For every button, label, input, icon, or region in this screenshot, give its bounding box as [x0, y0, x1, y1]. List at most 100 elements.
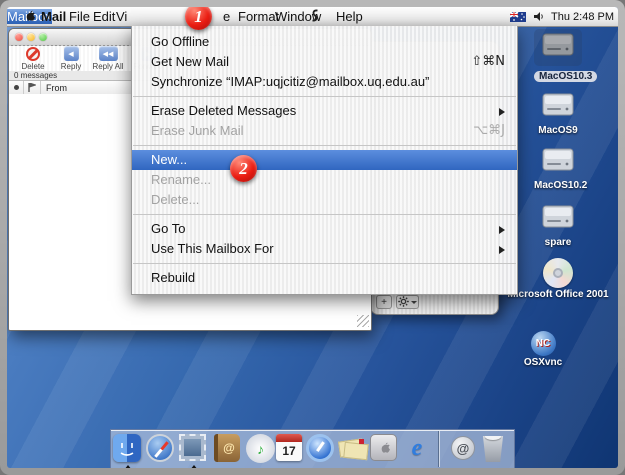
- menu-help[interactable]: Help: [336, 8, 363, 25]
- cd-icon: [543, 258, 573, 288]
- screenshot-frame: Delete ◀ Reply ◀◀ Reply All ▶ Forward 0 …: [0, 0, 625, 475]
- desktop-icon-macos103[interactable]: MacOS10.3: [534, 29, 582, 84]
- reply-all-button[interactable]: ◀◀ Reply All: [88, 46, 128, 71]
- script-scroll-icon: [310, 9, 320, 23]
- dock-itunes-icon[interactable]: ♪: [246, 434, 276, 464]
- reply-button[interactable]: ◀ Reply: [56, 46, 86, 71]
- icon-label: Microsoft Office 2001: [503, 289, 613, 300]
- shortcut-erase-junk-mail: ⌥⌘J: [473, 121, 505, 141]
- menu-item-use-this-mailbox-for[interactable]: Use This Mailbox For: [132, 239, 517, 259]
- hard-drive-icon: [541, 31, 575, 59]
- ical-header: [276, 434, 302, 442]
- menu-view-partial[interactable]: Vi: [116, 8, 127, 25]
- dock-quicktime-icon[interactable]: [306, 434, 336, 464]
- mailbox-dropdown-menu: Go Offline Get New Mail⇧⌘N Synchronize “…: [131, 26, 518, 295]
- menu-item-rebuild[interactable]: Rebuild: [132, 268, 517, 288]
- reply-label: Reply: [61, 62, 81, 71]
- shortcut-get-new-mail: ⇧⌘N: [471, 52, 505, 72]
- delete-label: Delete: [21, 62, 44, 71]
- desktop: Delete ◀ Reply ◀◀ Reply All ▶ Forward 0 …: [7, 7, 618, 468]
- zoom-button[interactable]: [39, 33, 47, 41]
- finder-face: [113, 434, 141, 462]
- menu-item-new[interactable]: New...: [132, 150, 517, 170]
- icon-label: OSXvnc: [515, 357, 571, 368]
- resize-grip[interactable]: [357, 315, 369, 327]
- apple-menu[interactable]: [23, 9, 35, 26]
- menu-item-erase-junk-mail: Erase Junk Mail⌥⌘J: [132, 121, 517, 141]
- dock: @ ♪ 17 e @: [110, 429, 515, 468]
- icon-label: MacOS10.2: [534, 180, 582, 191]
- plus-icon: +: [381, 297, 387, 308]
- delete-icon: [26, 47, 40, 61]
- flag-column-header[interactable]: [24, 81, 41, 94]
- menu-bar-clock[interactable]: Thu 2:48 PM: [551, 11, 614, 23]
- reply-icon: ◀: [64, 46, 79, 61]
- running-indicator: [190, 465, 198, 468]
- menu-item-go-to[interactable]: Go To: [132, 219, 517, 239]
- menu-item-get-new-mail[interactable]: Get New Mail⇧⌘N: [132, 52, 517, 72]
- unread-dot-icon: [14, 85, 19, 90]
- osxvnc-icon: NC: [531, 331, 556, 356]
- delete-button[interactable]: Delete: [17, 46, 49, 71]
- minimize-button[interactable]: [27, 33, 35, 41]
- menu-item-rename: Rename...: [132, 170, 517, 190]
- icon-label: MacOS10.3: [534, 71, 597, 82]
- submenu-arrow-icon: [499, 246, 505, 254]
- submenu-arrow-icon: [499, 226, 505, 234]
- hard-drive-icon: [541, 91, 575, 119]
- submenu-arrow-icon: [499, 108, 505, 116]
- menu-item-erase-deleted-messages[interactable]: Erase Deleted Messages: [132, 101, 517, 121]
- hard-drive-icon: [541, 203, 575, 231]
- caret-down-icon: [411, 301, 417, 304]
- menu-separator: [132, 141, 517, 150]
- menu-format[interactable]: Format: [238, 8, 279, 25]
- dock-separator: [438, 431, 439, 467]
- reply-all-icon: ◀◀: [99, 46, 118, 61]
- dock-safari-icon[interactable]: [146, 434, 176, 464]
- reply-all-label: Reply All: [92, 62, 123, 71]
- close-button[interactable]: [15, 33, 23, 41]
- flag-icon: [28, 83, 36, 92]
- unread-column-header[interactable]: [9, 81, 24, 94]
- menu-item-go-offline[interactable]: Go Offline: [132, 32, 517, 52]
- gear-icon: [398, 296, 409, 307]
- menu-bar: Mail File Edit Vi Mailbox e Format Windo…: [7, 7, 618, 27]
- desktop-icon-osxvnc[interactable]: NC OSXvnc: [515, 331, 571, 368]
- menu-edit[interactable]: Edit: [93, 8, 115, 25]
- script-menu[interactable]: [310, 9, 320, 26]
- apple-logo-icon: [23, 9, 35, 23]
- mailbox-action-button[interactable]: [396, 295, 419, 309]
- dock-trash-icon[interactable]: [478, 434, 508, 464]
- australian-flag-icon[interactable]: [510, 12, 526, 22]
- dock-system-preferences-icon[interactable]: [370, 434, 400, 464]
- ical-day: 17: [276, 442, 302, 460]
- dock-internet-explorer-icon[interactable]: e: [402, 434, 432, 464]
- menu-separator: [132, 259, 517, 268]
- from-column-label: From: [46, 83, 67, 93]
- dock-webloc-icon[interactable]: @: [448, 434, 478, 464]
- desktop-icon-ms-office-2001[interactable]: Microsoft Office 2001: [503, 258, 613, 300]
- dock-address-book-icon[interactable]: @: [214, 434, 244, 464]
- dock-mail-icon[interactable]: [179, 434, 209, 464]
- menu-message-partial[interactable]: e: [223, 8, 230, 25]
- menu-item-synchronize[interactable]: Synchronize “IMAP:uqjcitiz@mailbox.uq.ed…: [132, 72, 517, 92]
- menu-item-delete: Delete...: [132, 190, 517, 210]
- menu-mail[interactable]: Mail: [41, 8, 66, 25]
- hard-drive-icon: [541, 146, 575, 174]
- running-indicator: [124, 465, 132, 468]
- add-mailbox-button[interactable]: +: [376, 295, 392, 309]
- menu-file[interactable]: File: [69, 8, 90, 25]
- dock-letters-icon[interactable]: [338, 434, 368, 464]
- menu-separator: [132, 92, 517, 101]
- icon-label: MacOS9: [534, 125, 582, 136]
- apple-logo-icon: [378, 441, 390, 455]
- step-badge-2: 2: [230, 155, 257, 182]
- desktop-icon-spare[interactable]: spare: [534, 203, 582, 248]
- menu-separator: [132, 210, 517, 219]
- dock-finder-icon[interactable]: [113, 434, 143, 464]
- desktop-icon-macos102[interactable]: MacOS10.2: [534, 146, 582, 191]
- dock-ical-icon[interactable]: 17: [276, 434, 306, 464]
- icon-label: spare: [534, 237, 582, 248]
- desktop-icon-macos9[interactable]: MacOS9: [534, 91, 582, 136]
- volume-icon[interactable]: [533, 11, 544, 22]
